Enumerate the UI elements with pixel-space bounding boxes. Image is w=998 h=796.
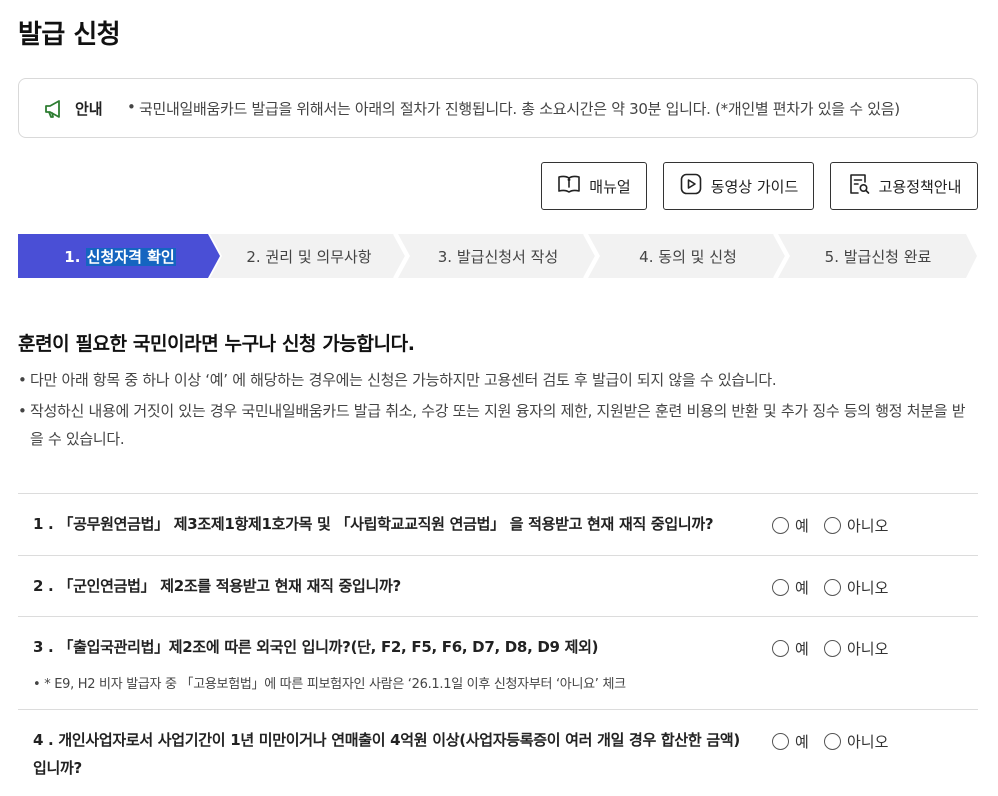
question-row: 3 . 「출입국관리법」제2조에 따른 외국인 입니까?(단, F2, F5, … [18, 616, 978, 709]
intro-bullet: • 다만 아래 항목 중 하나 이상 ‘예’ 에 해당하는 경우에는 신청은 가능… [18, 366, 978, 394]
intro-bullet: • 작성하신 내용에 거짓이 있는 경우 국민내일배움카드 발급 취소, 수강 또… [18, 397, 978, 453]
employment-policy-label: 고용정책안내 [878, 177, 962, 196]
step-2-label: 권리 및 의무사항 [265, 247, 372, 266]
intro-bullet-text: 다만 아래 항목 중 하나 이상 ‘예’ 에 해당하는 경우에는 신청은 가능하… [30, 371, 777, 389]
radio-no[interactable]: 아니오 [824, 515, 888, 536]
radio-no-label: 아니오 [847, 733, 889, 751]
step-5-number: 5. [824, 247, 839, 266]
radio-circle [772, 640, 789, 657]
step-4-number: 4. [639, 247, 654, 266]
question-text: 2 . 「군인연금법」 제2조를 적용받고 현재 재직 중입니까? [33, 577, 401, 595]
radio-circle [824, 733, 841, 750]
step-1: 1. 신청자격 확인 [18, 234, 222, 278]
notice-text: 국민내일배움카드 발급을 위해서는 아래의 절차가 진행됩니다. 총 소요시간은… [139, 100, 900, 118]
step-2-number: 2. [246, 247, 261, 266]
step-indicator: 1. 신청자격 확인 2. 권리 및 의무사항 3. 발급신청서 작성 4. 동… [18, 234, 978, 278]
radio-no-label: 아니오 [847, 579, 889, 597]
book-icon [557, 172, 581, 200]
step-1-number: 1. [64, 247, 81, 266]
video-guide-label: 동영상 가이드 [710, 177, 799, 196]
document-search-icon [847, 172, 871, 200]
question-text: 4 . 개인사업자로서 사업기간이 1년 미만이거나 연매출이 4억원 이상(사… [33, 731, 740, 777]
radio-circle [772, 733, 789, 750]
step-5: 5. 발급신청 완료 [778, 234, 978, 278]
radio-yes[interactable]: 예 [772, 731, 809, 752]
radio-no[interactable]: 아니오 [824, 731, 888, 752]
step-3-number: 3. [437, 247, 453, 266]
notice-box: 안내 • 국민내일배움카드 발급을 위해서는 아래의 절차가 진행됩니다. 총 … [18, 78, 978, 138]
radio-circle [824, 579, 841, 596]
radio-yes[interactable]: 예 [772, 577, 809, 598]
radio-circle [824, 640, 841, 657]
step-4: 4. 동의 및 신청 [588, 234, 788, 278]
question-row: 4 . 개인사업자로서 사업기간이 1년 미만이거나 연매출이 4억원 이상(사… [18, 709, 978, 796]
radio-yes-label: 예 [795, 733, 809, 751]
section-heading: 훈련이 필요한 국민이라면 누구나 신청 가능합니다. [18, 333, 415, 355]
question-note: • * E9, H2 비자 발급자 중 「고용보험법」에 따른 피보험자인 사람… [33, 677, 626, 692]
question-text: 3 . 「출입국관리법」제2조에 따른 외국인 입니까?(단, F2, F5, … [33, 638, 599, 656]
step-2: 2. 권리 및 의무사항 [210, 234, 408, 278]
video-guide-button[interactable]: 동영상 가이드 [663, 162, 814, 210]
notice-bullet: • [127, 98, 136, 116]
manual-button-label: 매뉴얼 [589, 177, 631, 196]
radio-yes[interactable]: 예 [772, 638, 809, 659]
radio-yes-label: 예 [795, 640, 809, 658]
radio-no[interactable]: 아니오 [824, 638, 888, 659]
question-text: 1 . 「공무원연금법」 제3조제1항제1호가목 및 「사립학교교직원 연금법」… [33, 515, 714, 533]
radio-circle [824, 517, 841, 534]
employment-policy-button[interactable]: 고용정책안내 [830, 162, 978, 210]
radio-no[interactable]: 아니오 [824, 577, 888, 598]
radio-yes-label: 예 [795, 517, 809, 535]
radio-circle [772, 517, 789, 534]
radio-yes[interactable]: 예 [772, 515, 809, 536]
step-3: 3. 발급신청서 작성 [398, 234, 598, 278]
page-title: 발급 신청 [18, 20, 121, 50]
manual-button[interactable]: 매뉴얼 [541, 162, 647, 210]
radio-circle [772, 579, 789, 596]
question-row: 1 . 「공무원연금법」 제3조제1항제1호가목 및 「사립학교교직원 연금법」… [18, 493, 978, 555]
play-icon [679, 172, 703, 200]
step-1-label: 신청자격 확인 [85, 247, 176, 266]
megaphone-icon [43, 98, 65, 120]
radio-no-label: 아니오 [847, 517, 889, 535]
step-4-label: 동의 및 신청 [658, 247, 737, 266]
radio-yes-label: 예 [795, 579, 809, 597]
notice-label: 안내 [75, 100, 103, 118]
step-5-label: 발급신청 완료 [843, 247, 932, 266]
intro-bullet-text: 작성하신 내용에 거짓이 있는 경우 국민내일배움카드 발급 취소, 수강 또는… [30, 402, 966, 448]
radio-no-label: 아니오 [847, 640, 889, 658]
question-row: 2 . 「군인연금법」 제2조를 적용받고 현재 재직 중입니까? 예 아니오 [18, 555, 978, 616]
step-3-label: 발급신청서 작성 [456, 247, 559, 266]
